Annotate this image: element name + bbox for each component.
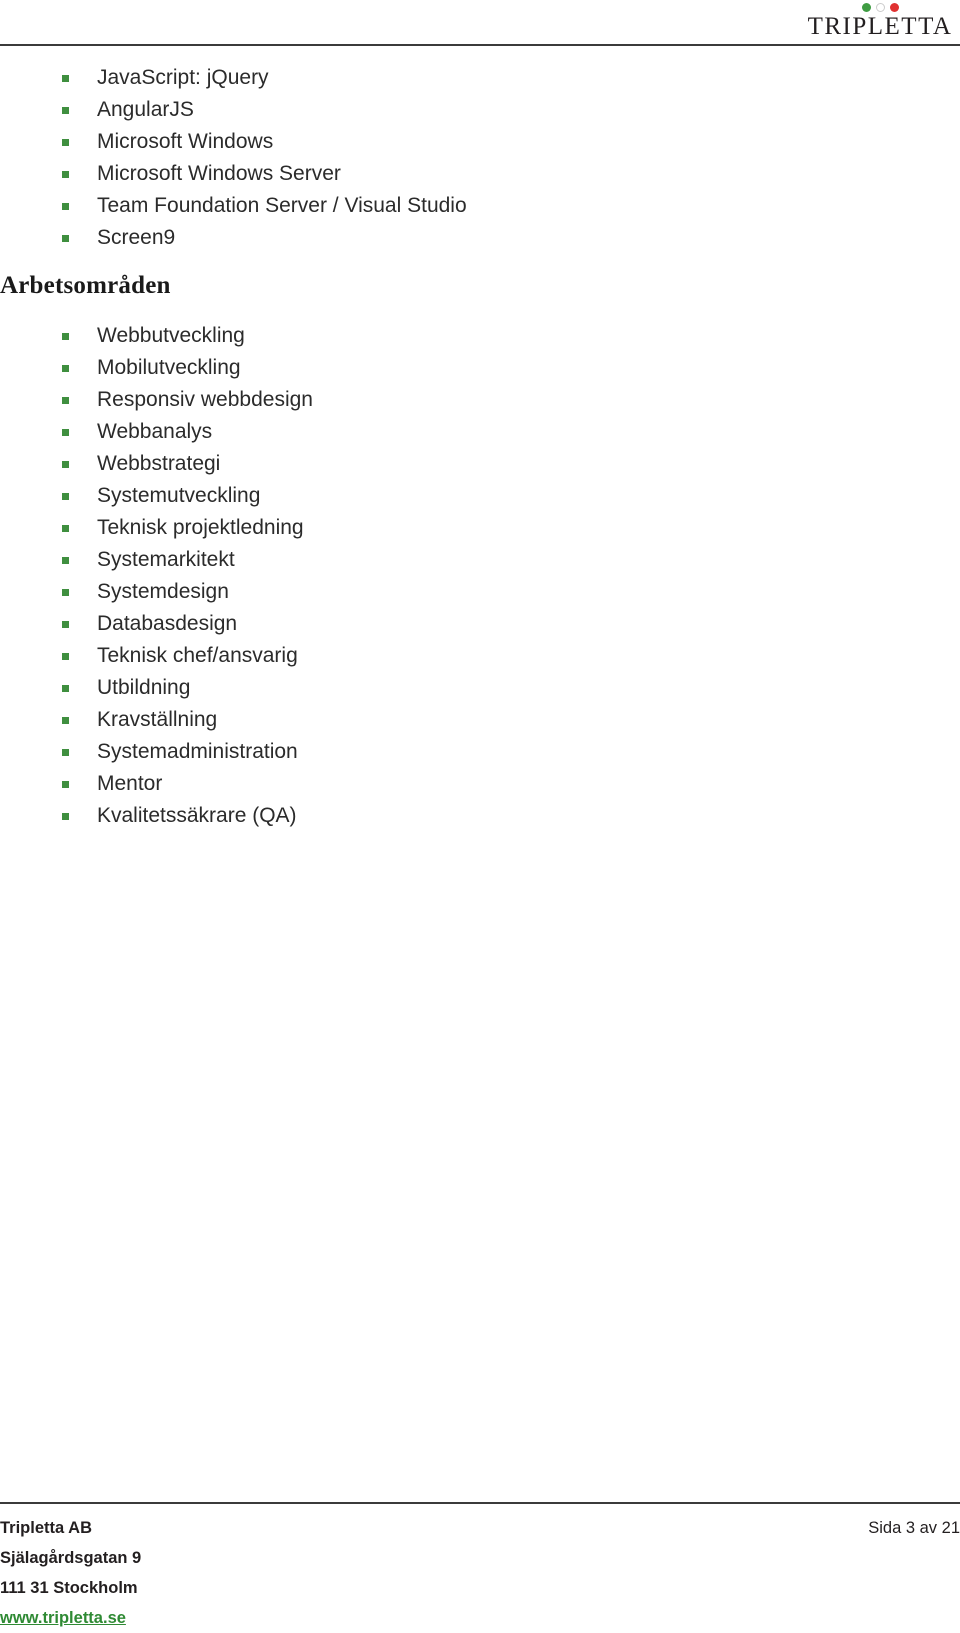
list-item-label: Microsoft Windows Server xyxy=(97,162,341,185)
list-item-label: Team Foundation Server / Visual Studio xyxy=(97,194,467,217)
square-bullet-icon xyxy=(62,525,69,532)
logo-dot-red-icon xyxy=(889,3,899,12)
list-item: Systemadministration xyxy=(0,736,960,768)
list-item-label: Webbstrategi xyxy=(97,452,221,475)
logo-dots xyxy=(800,2,960,13)
footer-street: Själagårdsgatan 9 xyxy=(0,1549,142,1567)
logo-dot-white-icon xyxy=(875,3,885,12)
list-item: Webbutveckling xyxy=(0,320,960,352)
list-item: Microsoft Windows Server xyxy=(0,158,960,190)
list-item: Mobilutveckling xyxy=(0,352,960,384)
list-item: Webbanalys xyxy=(0,416,960,448)
footer-company-name: Tripletta AB xyxy=(0,1519,92,1537)
square-bullet-icon xyxy=(62,557,69,564)
list-item: Responsiv webbdesign xyxy=(0,384,960,416)
square-bullet-icon xyxy=(62,235,69,242)
list-item-label: Systemutveckling xyxy=(97,484,261,507)
list-item: Teknisk projektledning xyxy=(0,512,960,544)
list-item-label: Databasdesign xyxy=(97,612,238,635)
square-bullet-icon xyxy=(62,365,69,372)
square-bullet-icon xyxy=(62,429,69,436)
list-item-label: Systemarkitekt xyxy=(97,548,235,571)
list-item: Databasdesign xyxy=(0,608,960,640)
list-item: Screen9 xyxy=(0,222,960,254)
list-item: Mentor xyxy=(0,768,960,800)
list-item: JavaScript: jQuery xyxy=(0,62,960,94)
list-item-label: Systemadministration xyxy=(97,740,298,763)
list-item: Utbildning xyxy=(0,672,960,704)
list-item: Microsoft Windows xyxy=(0,126,960,158)
list-item: AngularJS xyxy=(0,94,960,126)
footer-city: 111 31 Stockholm xyxy=(0,1579,138,1597)
list-item-label: Mobilutveckling xyxy=(97,356,241,379)
list-item-label: AngularJS xyxy=(97,98,194,121)
list-item: Teknisk chef/ansvarig xyxy=(0,640,960,672)
page-number: Sida 3 av 21 xyxy=(868,1519,960,1537)
square-bullet-icon xyxy=(62,171,69,178)
logo-wordmark: TRIPLETTA xyxy=(807,13,953,40)
list-item: Systemdesign xyxy=(0,576,960,608)
list-item-label: Mentor xyxy=(97,772,163,795)
list-item: Systemarkitekt xyxy=(0,544,960,576)
list-item: Kvalitetssäkrare (QA) xyxy=(0,800,960,832)
square-bullet-icon xyxy=(62,75,69,82)
work-areas-list: Webbutveckling Mobilutveckling Responsiv… xyxy=(0,320,960,832)
square-bullet-icon xyxy=(62,461,69,468)
document-body: JavaScript: jQuery AngularJS Microsoft W… xyxy=(0,62,960,832)
page-title: Arbetsområden xyxy=(0,272,171,299)
list-item: Webbstrategi xyxy=(0,448,960,480)
square-bullet-icon xyxy=(62,397,69,404)
tripletta-logo: TRIPLETTA xyxy=(800,2,960,39)
list-item-label: Kravställning xyxy=(97,708,218,731)
square-bullet-icon xyxy=(62,653,69,660)
square-bullet-icon xyxy=(62,813,69,820)
list-item-label: Microsoft Windows xyxy=(97,130,274,153)
list-item-label: Screen9 xyxy=(97,226,176,249)
footer-address-block: Tripletta AB Själagårdsgatan 9 111 31 St… xyxy=(0,1513,141,1633)
list-item-label: Systemdesign xyxy=(97,580,229,603)
square-bullet-icon xyxy=(62,493,69,500)
square-bullet-icon xyxy=(62,621,69,628)
list-item-label: Webbanalys xyxy=(97,420,213,443)
square-bullet-icon xyxy=(62,589,69,596)
square-bullet-icon xyxy=(62,107,69,114)
list-item-label: Responsiv webbdesign xyxy=(97,388,313,411)
list-item: Systemutveckling xyxy=(0,480,960,512)
list-item-label: Kvalitetssäkrare (QA) xyxy=(97,804,297,827)
list-item-label: Teknisk projektledning xyxy=(97,516,304,539)
list-item-label: Utbildning xyxy=(97,676,191,699)
square-bullet-icon xyxy=(62,717,69,724)
footer-divider xyxy=(0,1502,960,1504)
square-bullet-icon xyxy=(62,333,69,340)
list-item: Kravställning xyxy=(0,704,960,736)
page-header: TRIPLETTA xyxy=(0,0,960,46)
square-bullet-icon xyxy=(62,749,69,756)
tech-list: JavaScript: jQuery AngularJS Microsoft W… xyxy=(0,62,960,254)
header-divider xyxy=(0,44,960,46)
square-bullet-icon xyxy=(62,685,69,692)
square-bullet-icon xyxy=(62,139,69,146)
logo-dot-green-icon xyxy=(861,3,871,12)
list-item-label: JavaScript: jQuery xyxy=(97,66,269,89)
square-bullet-icon xyxy=(62,203,69,210)
list-item: Team Foundation Server / Visual Studio xyxy=(0,190,960,222)
list-item-label: Teknisk chef/ansvarig xyxy=(97,644,298,667)
list-item-label: Webbutveckling xyxy=(97,324,245,347)
page-footer: Tripletta AB Själagårdsgatan 9 111 31 St… xyxy=(0,1489,960,1629)
square-bullet-icon xyxy=(62,781,69,788)
